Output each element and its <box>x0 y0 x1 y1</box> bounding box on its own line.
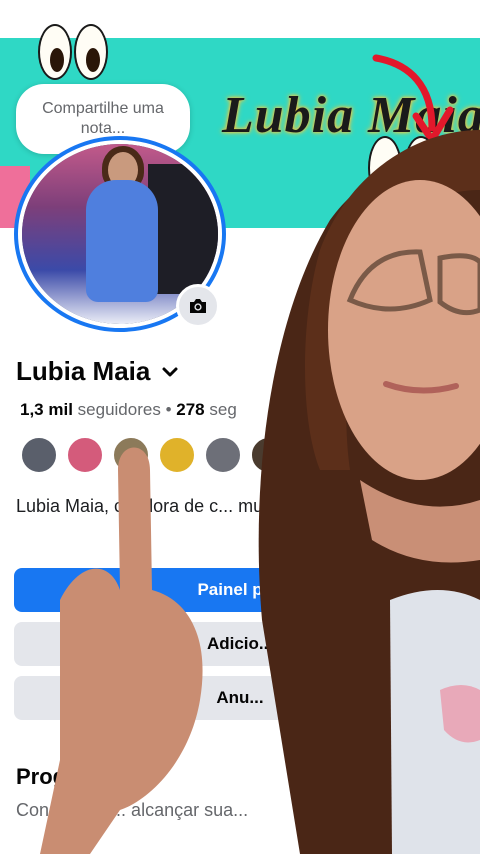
follower-avatars[interactable] <box>20 436 288 474</box>
page-name: Lubia Maia <box>16 356 151 386</box>
progress-title: Progresso <box>16 764 125 789</box>
note-placeholder: Compartilhe uma nota... <box>42 100 164 137</box>
following-label: seg <box>209 400 237 419</box>
avatar[interactable] <box>158 436 196 474</box>
add-button[interactable]: Adicio... <box>14 622 466 666</box>
following-count: 278 <box>176 400 205 419</box>
avatar[interactable] <box>66 436 104 474</box>
followers-count: 1,3 mil <box>20 400 73 419</box>
camera-button[interactable] <box>176 284 220 328</box>
ads-button-label: Anu... <box>216 688 264 707</box>
avatar[interactable] <box>204 436 242 474</box>
add-button-label: Adicio... <box>206 634 274 653</box>
camera-icon <box>190 299 206 313</box>
googly-eyes-icon <box>368 136 438 200</box>
avatar[interactable] <box>250 436 288 474</box>
avatar[interactable] <box>20 436 58 474</box>
ads-button[interactable]: Anu... <box>14 676 466 720</box>
chevron-down-icon[interactable] <box>160 362 180 382</box>
professional-dashboard-label: Painel pr... <box>197 580 283 599</box>
followers-label: seguidores <box>77 400 161 419</box>
googly-eyes-icon <box>38 24 108 80</box>
page-name-row[interactable]: Lubia Maia <box>16 356 180 387</box>
follower-stats[interactable]: 1,3 mil seguidores • 278 seg <box>20 400 237 420</box>
progress-description: Conclua as ... alcançar sua... <box>16 800 249 820</box>
red-arrow-icon <box>372 54 454 144</box>
professional-dashboard-button[interactable]: Painel pr... <box>14 568 466 612</box>
page-bio: Lubia Maia, criadora de c... muito bem-v… <box>16 496 451 516</box>
stats-separator: • <box>165 400 172 419</box>
avatar[interactable] <box>112 436 150 474</box>
